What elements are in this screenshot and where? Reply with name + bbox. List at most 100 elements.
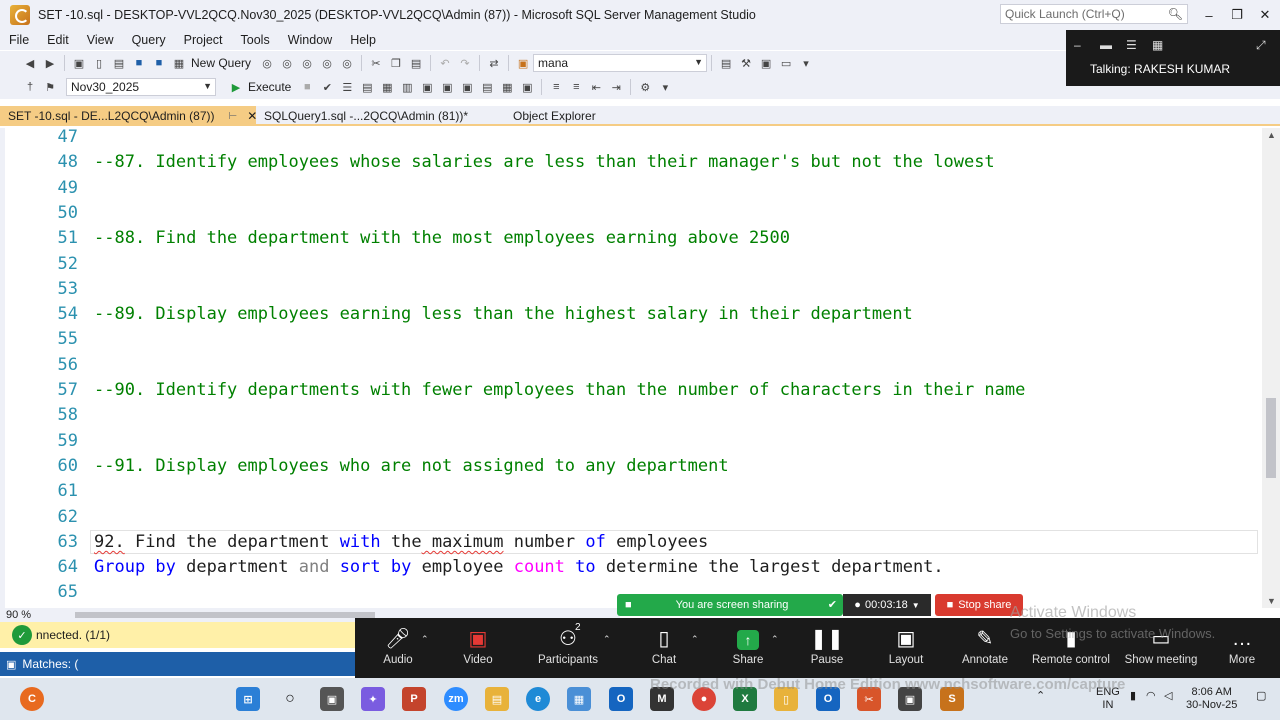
menu-view[interactable]: View bbox=[78, 33, 123, 47]
minimize-panel-icon[interactable]: – bbox=[1074, 38, 1081, 52]
menu-project[interactable]: Project bbox=[175, 33, 232, 47]
database-query-icon[interactable]: ◎ bbox=[260, 56, 274, 70]
comment-icon[interactable]: ≡ bbox=[549, 80, 563, 94]
menu-window[interactable]: Window bbox=[279, 33, 341, 47]
mic-tray-icon[interactable]: ▮ bbox=[1130, 690, 1136, 703]
editor-line[interactable]: 60 --91. Display employees who are not as… bbox=[0, 454, 1262, 478]
file-explorer-icon[interactable]: ▤ bbox=[485, 687, 509, 711]
parse-check-icon[interactable]: ✔ bbox=[320, 80, 334, 94]
editor-line[interactable]: 52 bbox=[0, 252, 1262, 276]
scroll-down-icon[interactable]: ▼ bbox=[1267, 596, 1276, 606]
navigate-icon[interactable]: ⇄ bbox=[487, 56, 501, 70]
editor-line[interactable]: 48 --87. Identify employees whose salarie… bbox=[0, 150, 1262, 174]
expand-icon[interactable]: ⤢ bbox=[1256, 38, 1266, 53]
solution-explorer-icon[interactable]: ▤ bbox=[719, 56, 733, 70]
paste-icon[interactable]: ▤ bbox=[409, 56, 423, 70]
new-query-button[interactable]: New Query bbox=[191, 56, 251, 70]
properties-wrench-icon[interactable]: ⚒ bbox=[739, 56, 753, 70]
database-selector[interactable]: Nov30_2025 ▼ bbox=[66, 78, 216, 96]
editor-line[interactable]: 59 bbox=[0, 429, 1262, 453]
layout-button[interactable]: ▣ Layout bbox=[867, 618, 945, 678]
results-to-file-icon[interactable]: ▣ bbox=[520, 80, 534, 94]
editor-line[interactable]: 54 --89. Display employees earning less t… bbox=[0, 302, 1262, 326]
volume-icon[interactable]: ◁ bbox=[1164, 690, 1172, 703]
share-button[interactable]: ↑ Share bbox=[709, 618, 787, 678]
redo-icon[interactable]: ↷ bbox=[458, 56, 472, 70]
mdx-query-icon[interactable]: ◎ bbox=[280, 56, 294, 70]
stop-icon[interactable]: ■ bbox=[300, 80, 314, 94]
editor-line[interactable]: 56 bbox=[0, 353, 1262, 377]
tab-sqlquery1[interactable]: SQLQuery1.sql -...2QCQ\Admin (81))* bbox=[256, 106, 476, 126]
menu-query[interactable]: Query bbox=[123, 33, 175, 47]
forward-icon[interactable]: ▶ bbox=[43, 56, 57, 70]
powerpoint-icon[interactable]: P bbox=[402, 687, 426, 711]
clock[interactable]: 8:06 AM 30-Nov-25 bbox=[1186, 686, 1237, 712]
editor-line[interactable]: 53 bbox=[0, 277, 1262, 301]
copilot-icon[interactable]: ✦ bbox=[361, 687, 385, 711]
client-stats-icon[interactable]: ▣ bbox=[460, 80, 474, 94]
chevron-down-icon[interactable]: ⌃ bbox=[691, 634, 699, 645]
audio-button[interactable]: 🎤︎ Audio bbox=[359, 618, 437, 678]
wifi-icon[interactable]: ◠ bbox=[1146, 690, 1156, 703]
chevron-down-icon[interactable]: ⌃ bbox=[771, 634, 779, 645]
cut-icon[interactable]: ✂ bbox=[369, 56, 383, 70]
results-to-text-icon[interactable]: ▤ bbox=[480, 80, 494, 94]
windows-start-icon[interactable]: ⊞ bbox=[236, 687, 260, 711]
tab-object-explorer[interactable]: Object Explorer bbox=[505, 106, 604, 126]
sql-editor[interactable]: 47 48 --87. Identify employees whose salar… bbox=[0, 128, 1262, 608]
new-query-icon[interactable]: ▦ bbox=[172, 56, 186, 70]
save-icon[interactable]: ■ bbox=[132, 56, 146, 70]
menu-tools[interactable]: Tools bbox=[232, 33, 279, 47]
task-view-icon[interactable]: ▣ bbox=[320, 687, 344, 711]
live-stats-icon[interactable]: ▣ bbox=[440, 80, 454, 94]
toolbox-icon[interactable]: ▣ bbox=[759, 56, 773, 70]
pin-icon[interactable]: † bbox=[23, 80, 37, 94]
tab-set-10-sql[interactable]: SET -10.sql - DE...L2QCQ\Admin (87)) ⊢ ✕ bbox=[0, 106, 257, 126]
results-to-grid-icon[interactable]: ▦ bbox=[500, 80, 514, 94]
close-window-button[interactable]: ✕ bbox=[1251, 0, 1279, 30]
editor-line[interactable]: 61 bbox=[0, 479, 1262, 503]
editor-line[interactable]: 50 bbox=[0, 201, 1262, 225]
editor-line[interactable]: 51 --88. Find the department with the mos… bbox=[0, 226, 1262, 250]
editor-line[interactable]: 57 --90. Identify departments with fewer … bbox=[0, 378, 1262, 402]
editor-line[interactable]: 64 Group by department and sort by employ… bbox=[0, 555, 1262, 579]
editor-line[interactable]: 55 bbox=[0, 327, 1262, 351]
menu-file[interactable]: File bbox=[0, 33, 38, 47]
back-icon[interactable]: ◀ bbox=[23, 56, 37, 70]
query-options-icon[interactable]: ▤ bbox=[360, 80, 374, 94]
editor-line[interactable]: 58 bbox=[0, 403, 1262, 427]
maximize-button[interactable]: ❐ bbox=[1223, 0, 1251, 30]
find-in-files-icon[interactable]: ▣ bbox=[516, 56, 530, 70]
specify-values-icon[interactable]: ⚙ bbox=[638, 80, 652, 94]
zoom-app-icon[interactable]: zm bbox=[444, 687, 468, 711]
uncomment-icon[interactable]: ≡ bbox=[569, 80, 583, 94]
menu-help[interactable]: Help bbox=[341, 33, 385, 47]
change-connection-icon[interactable]: ⚑ bbox=[43, 80, 57, 94]
scroll-up-icon[interactable]: ▲ bbox=[1267, 130, 1276, 140]
save-all-icon[interactable]: ■ bbox=[152, 56, 166, 70]
debut-recorder-icon[interactable]: C bbox=[20, 687, 44, 711]
results-text-icon[interactable]: ▥ bbox=[400, 80, 414, 94]
zoom-level[interactable]: 90 % bbox=[6, 609, 31, 621]
pin-icon[interactable]: ⊢ bbox=[229, 111, 238, 122]
scroll-thumb[interactable] bbox=[1266, 398, 1276, 478]
execute-button[interactable]: Execute bbox=[248, 80, 291, 94]
toolbar-options-icon[interactable]: ▾ bbox=[658, 80, 672, 94]
editor-vertical-scrollbar[interactable]: ▲ ▼ bbox=[1262, 128, 1280, 608]
minimize-button[interactable]: – bbox=[1195, 0, 1223, 30]
edge-browser-icon[interactable]: e bbox=[526, 687, 550, 711]
actual-plan-icon[interactable]: ▣ bbox=[420, 80, 434, 94]
das-query-icon[interactable]: ◎ bbox=[340, 56, 354, 70]
copy-icon[interactable]: ❐ bbox=[389, 56, 403, 70]
editor-line[interactable]: 62 bbox=[0, 505, 1262, 529]
xmla-query-icon[interactable]: ◎ bbox=[320, 56, 334, 70]
undo-icon[interactable]: ↶ bbox=[438, 56, 452, 70]
pause-share-button[interactable]: ❚❚ Pause bbox=[788, 618, 866, 678]
find-combo[interactable]: mana ▼ bbox=[533, 54, 708, 72]
outlook-icon[interactable]: O bbox=[609, 687, 633, 711]
editor-line[interactable]: 47 bbox=[0, 128, 1262, 149]
gallery-view-icon[interactable]: ▦ bbox=[1152, 38, 1163, 52]
notifications-icon[interactable]: ▢ bbox=[1256, 690, 1266, 703]
chevron-down-icon[interactable]: ⌃ bbox=[603, 634, 611, 645]
quick-launch-input[interactable]: Quick Launch (Ctrl+Q) 🔍︎ bbox=[1000, 4, 1188, 24]
